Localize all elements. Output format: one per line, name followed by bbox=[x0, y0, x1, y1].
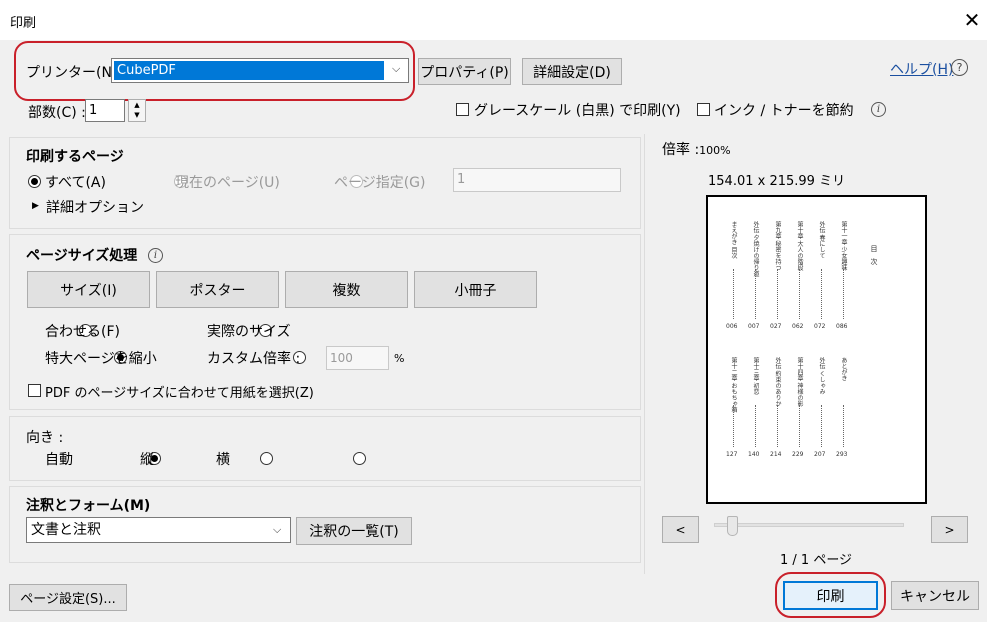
page-indicator: 1 / 1 ページ bbox=[780, 553, 853, 568]
toc-page-number: 214 bbox=[770, 451, 782, 458]
info-icon[interactable]: i bbox=[871, 102, 886, 117]
chevron-down-icon: ⌵ bbox=[392, 62, 401, 75]
comments-summary-button[interactable]: 注釈の一覧(T) bbox=[296, 517, 412, 545]
help-icon[interactable]: ? bbox=[951, 59, 968, 76]
pages-range-label: ページ指定(G) bbox=[334, 175, 426, 191]
grayscale-checkbox[interactable] bbox=[456, 103, 469, 116]
preview-toc-title: 目次 bbox=[870, 245, 878, 271]
actual-size-label: 実際のサイズ bbox=[207, 324, 291, 340]
expand-arrow-icon[interactable]: ▶ bbox=[32, 201, 39, 211]
title-bar bbox=[0, 0, 987, 40]
stepper-up-icon[interactable]: ▲ bbox=[129, 100, 145, 110]
printer-select[interactable]: CubePDF ⌵ bbox=[111, 58, 409, 83]
fit-label: 合わせる(F) bbox=[45, 324, 120, 340]
multiple-tab-button[interactable]: 複数 bbox=[285, 271, 408, 308]
toc-leader bbox=[777, 405, 778, 447]
print-button[interactable]: 印刷 bbox=[783, 581, 878, 610]
orientation-auto-label: 自動 bbox=[45, 452, 73, 468]
orientation-panel bbox=[9, 416, 641, 481]
toc-leader bbox=[821, 269, 822, 319]
more-options-toggle[interactable]: 詳細オプション bbox=[46, 197, 144, 217]
toc-leader bbox=[799, 269, 800, 319]
prev-page-button[interactable]: < bbox=[662, 516, 699, 543]
booklet-tab-button[interactable]: 小冊子 bbox=[414, 271, 537, 308]
toc-leader bbox=[777, 269, 778, 319]
toc-page-number: 062 bbox=[792, 323, 804, 330]
comments-select[interactable]: 文書と注釈 ⌵ bbox=[26, 517, 291, 543]
page-setup-button[interactable]: ページ設定(S)... bbox=[9, 584, 127, 611]
sizing-info-icon[interactable]: i bbox=[148, 248, 163, 263]
toc-page-number: 006 bbox=[726, 323, 738, 330]
comments-select-value: 文書と注釈 bbox=[31, 522, 101, 538]
poster-tab-button[interactable]: ポスター bbox=[156, 271, 279, 308]
properties-button[interactable]: プロパティ(P) bbox=[418, 58, 511, 85]
custom-scale-label: カスタム倍率 : bbox=[207, 351, 301, 367]
orientation-landscape-label: 横 bbox=[216, 452, 230, 468]
toc-page-number: 072 bbox=[814, 323, 826, 330]
printer-select-value: CubePDF bbox=[114, 61, 384, 80]
scale-label: 倍率 :100% bbox=[662, 142, 731, 158]
toc-page-number: 007 bbox=[748, 323, 760, 330]
save-ink-label: インク / トナーを節約 bbox=[714, 103, 854, 119]
orientation-heading: 向き : bbox=[26, 430, 64, 446]
save-ink-checkbox[interactable] bbox=[697, 103, 710, 116]
page-slider-thumb[interactable] bbox=[727, 516, 738, 536]
custom-scale-input[interactable]: 100 bbox=[326, 346, 389, 370]
pages-all-label: すべて(A) bbox=[45, 175, 106, 191]
toc-leader bbox=[843, 405, 844, 447]
toc-leader bbox=[843, 269, 844, 319]
page-slider-track[interactable] bbox=[714, 523, 904, 527]
toc-leader bbox=[733, 269, 734, 319]
toc-leader bbox=[755, 269, 756, 319]
orientation-portrait-label: 縦 bbox=[140, 452, 154, 468]
pages-all-radio[interactable] bbox=[28, 175, 41, 188]
stepper-down-icon[interactable]: ▼ bbox=[129, 110, 145, 120]
next-page-button[interactable]: > bbox=[931, 516, 968, 543]
pages-current-label: 現在のページ(U) bbox=[175, 175, 280, 191]
toc-page-number: 207 bbox=[814, 451, 826, 458]
toc-page-number: 140 bbox=[748, 451, 760, 458]
toc-leader bbox=[755, 405, 756, 447]
toc-leader bbox=[799, 405, 800, 447]
page-preview: 目次 第十一章 少女趣味 086 外伝 春にして 072 第十章 大人の階段 062 第九章… bbox=[706, 195, 927, 504]
toc-page-number: 027 bbox=[770, 323, 782, 330]
pages-range-input[interactable]: 1 bbox=[453, 168, 621, 192]
advanced-settings-button[interactable]: 詳細設定(D) bbox=[522, 58, 622, 85]
scale-value: 100% bbox=[699, 144, 731, 157]
chevron-down-icon: ⌵ bbox=[273, 523, 282, 536]
toc-page-number: 229 bbox=[792, 451, 804, 458]
sizing-heading: ページサイズ処理 bbox=[26, 248, 138, 264]
size-tab-button[interactable]: サイズ(I) bbox=[27, 271, 150, 308]
help-link[interactable]: ヘルプ(H) bbox=[890, 59, 953, 79]
window-title: 印刷 bbox=[10, 16, 37, 31]
pages-heading: 印刷するページ bbox=[26, 149, 124, 165]
percent-sign: % bbox=[394, 352, 405, 365]
close-icon[interactable]: ✕ bbox=[958, 6, 986, 34]
copies-stepper[interactable]: ▲ ▼ bbox=[128, 99, 146, 122]
toc-page-number: 293 bbox=[836, 451, 848, 458]
toc-page-number: 127 bbox=[726, 451, 738, 458]
toc-leader bbox=[733, 405, 734, 447]
copies-label: 部数(C) : bbox=[28, 105, 86, 121]
cancel-button[interactable]: キャンセル bbox=[891, 581, 979, 610]
comments-heading: 注釈とフォーム(M) bbox=[26, 498, 151, 514]
shrink-label: 特大ページを縮小 bbox=[45, 351, 157, 367]
page-dimensions: 154.01 x 215.99 ミリ bbox=[708, 174, 846, 189]
pdf-paper-label: PDF のページサイズに合わせて用紙を選択(Z) bbox=[45, 386, 314, 401]
toc-leader bbox=[821, 405, 822, 447]
toc-page-number: 086 bbox=[836, 323, 848, 330]
copies-input[interactable]: 1 bbox=[85, 99, 125, 122]
pdf-paper-checkbox[interactable] bbox=[28, 384, 41, 397]
grayscale-label: グレースケール (白黒) で印刷(Y) bbox=[474, 103, 681, 119]
